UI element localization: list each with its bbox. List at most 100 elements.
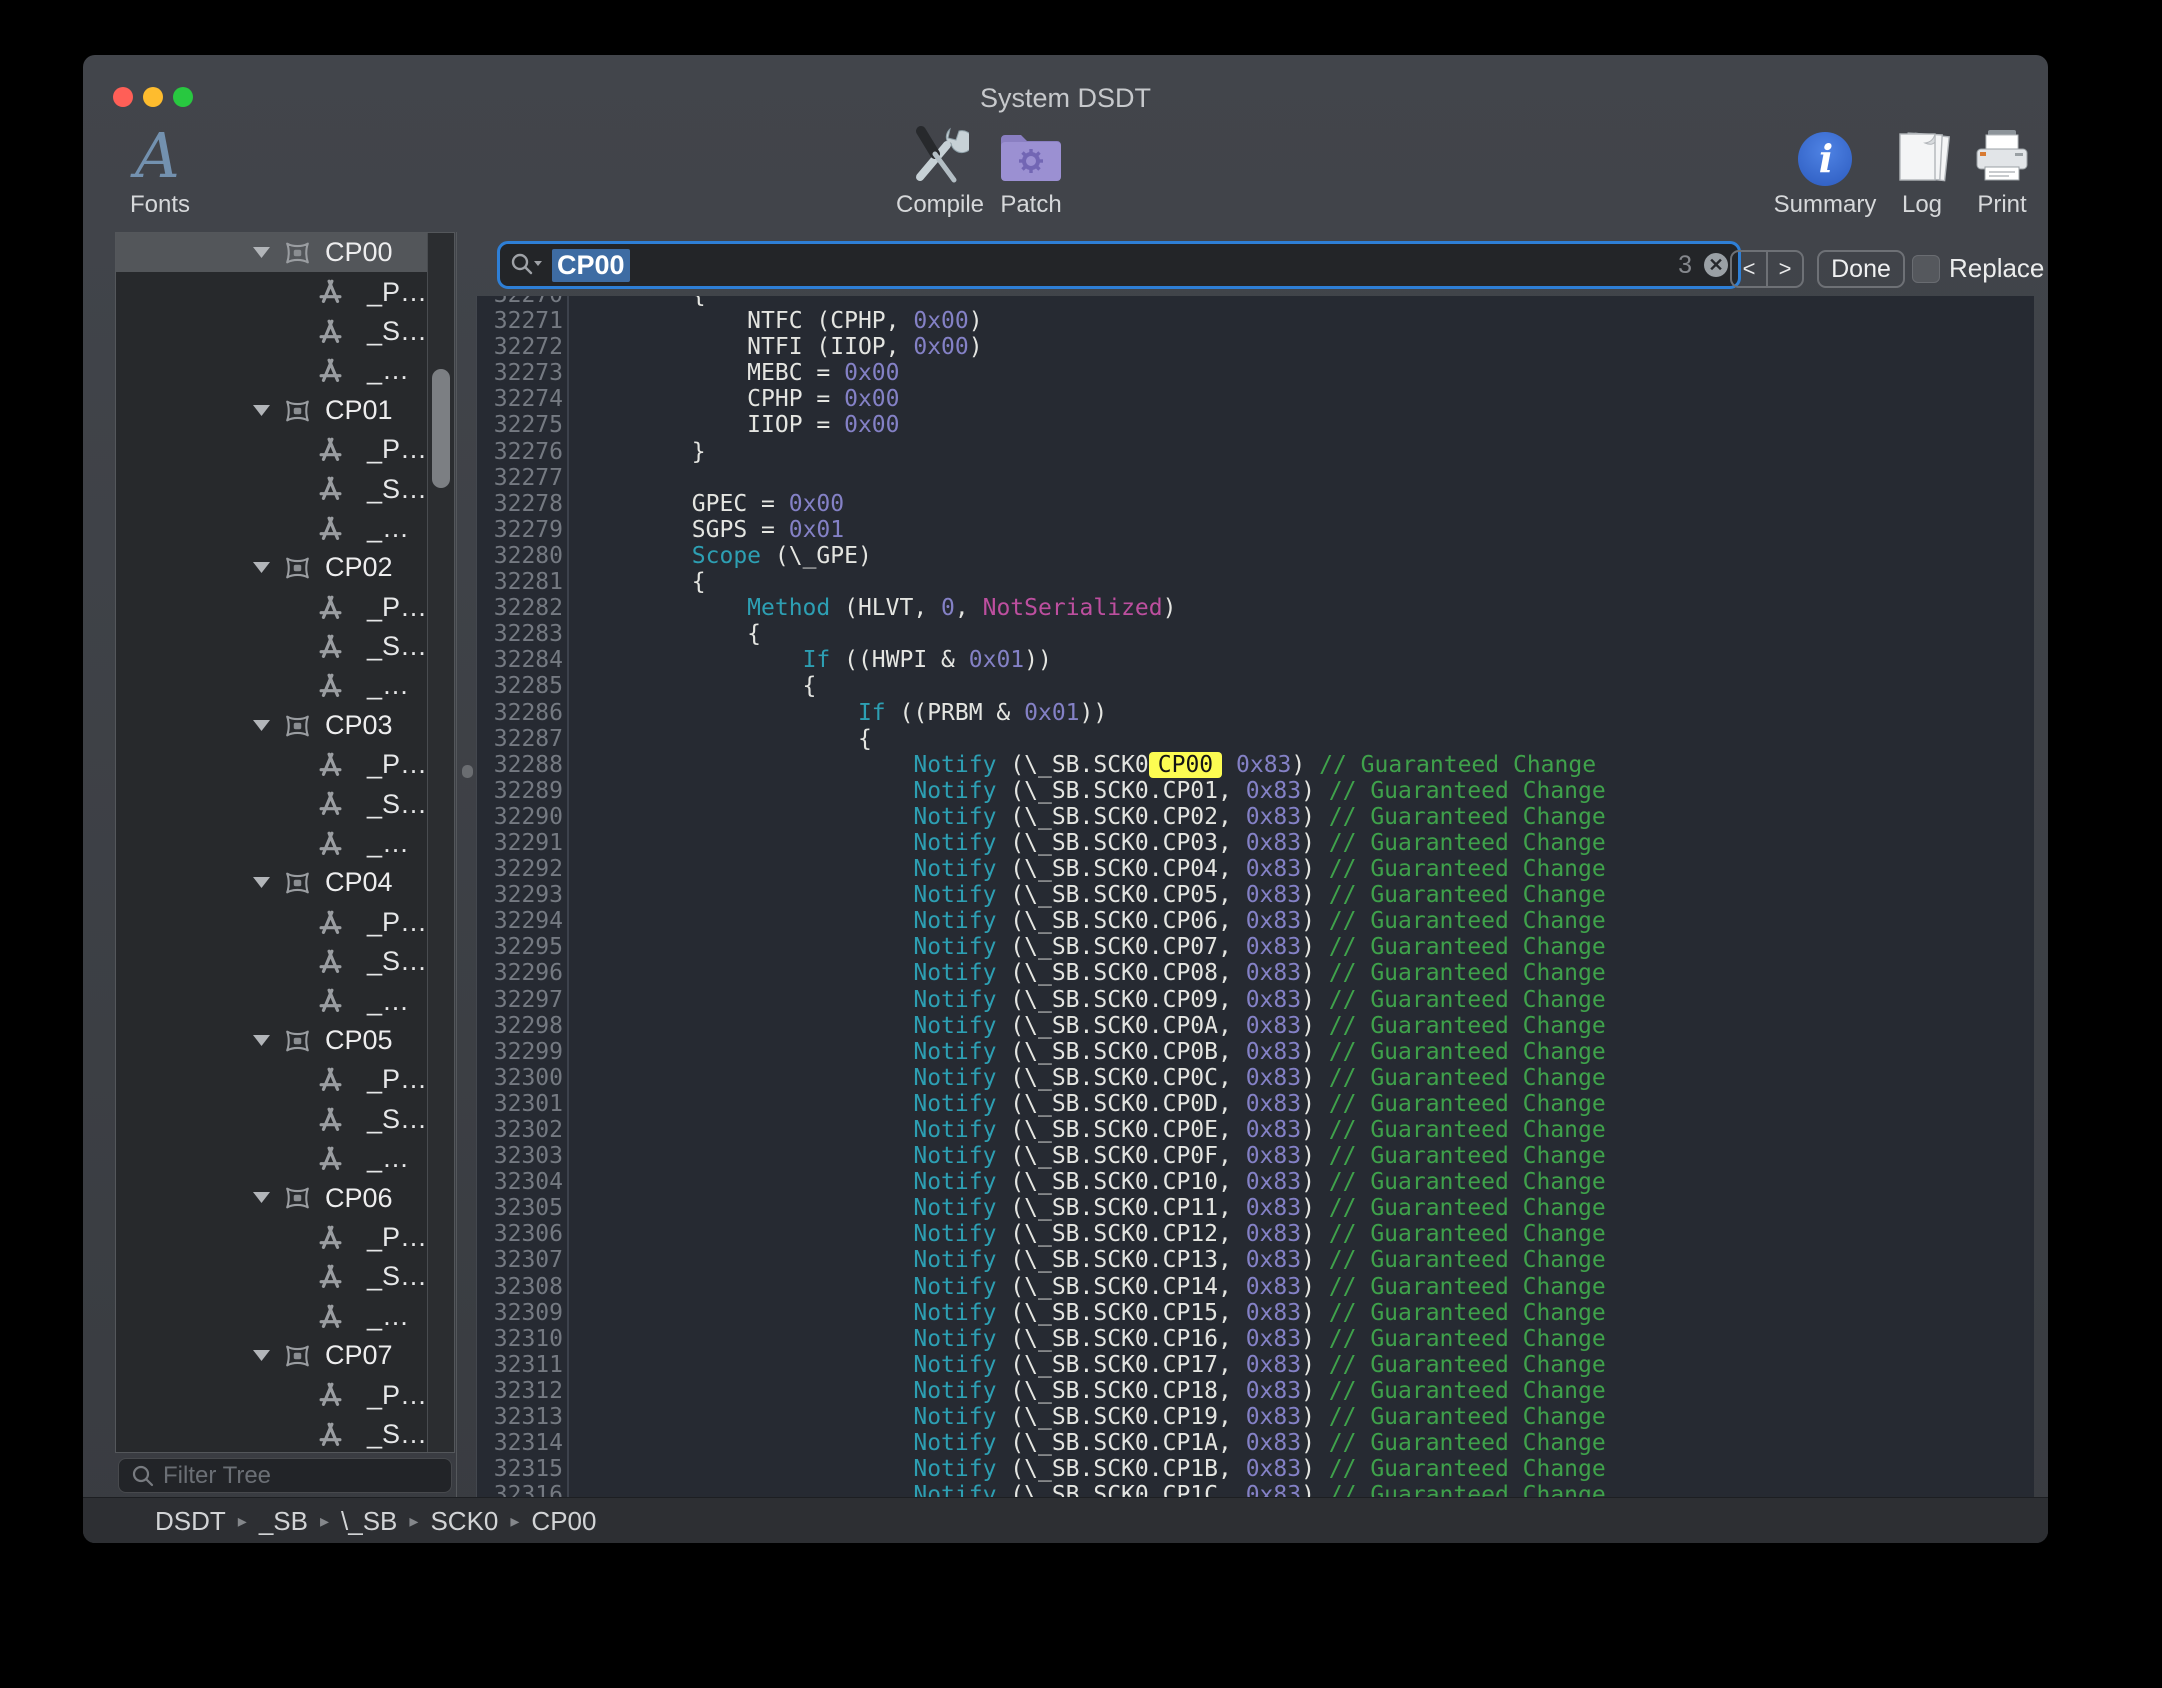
replace-checkbox[interactable] [1912,255,1940,283]
disclosure-triangle-icon[interactable] [252,1190,271,1205]
method-icon [315,632,346,662]
line-number: 32314 [477,1430,569,1456]
tree-item-cp07[interactable]: CP07 [116,1336,429,1375]
code-text: Notify (\_SB.SCK0.CP0A, 0x83) // Guarant… [581,1013,1606,1039]
breadcrumb-item-dsdt[interactable]: DSDT [155,1506,226,1537]
code-line: 32298 Notify (\_SB.SCK0.CP0A, 0x83) // G… [477,1013,2034,1039]
compile-button[interactable] [907,123,969,187]
filter-tree-input[interactable]: Filter Tree [118,1458,452,1493]
tree-scrollbar-thumb[interactable] [432,369,450,488]
disclosure-triangle-icon[interactable] [252,718,271,733]
breadcrumb-item-sb[interactable]: _SB [259,1506,308,1537]
disclosure-triangle-icon[interactable] [252,245,271,260]
disclosure-triangle-icon[interactable] [252,560,271,575]
code-text: NTFI (IIOP, 0x00) [581,334,983,360]
tree-child-item[interactable]: _… [116,1139,429,1178]
tree-item-cp06[interactable]: CP06 [116,1178,429,1217]
tree-child-label: _S… [367,1261,427,1292]
disclosure-triangle-icon[interactable] [252,875,271,890]
fonts-button[interactable]: A [135,125,180,187]
summary-button[interactable]: i [1797,131,1853,187]
device-icon [282,238,313,268]
find-previous-button[interactable]: < [1732,252,1768,286]
method-icon [315,317,346,347]
tree-child-item[interactable]: _S… [116,1415,429,1453]
tree-child-item[interactable]: _P… [116,1375,429,1414]
code-line: 32307 Notify (\_SB.SCK0.CP13, 0x83) // G… [477,1247,2034,1273]
tree-child-item[interactable]: _S… [116,312,429,351]
disclosure-triangle-icon[interactable] [252,1348,271,1363]
code-line: 32283 { [477,621,2034,647]
tree-child-label: _S… [367,631,427,662]
code-line: 32291 Notify (\_SB.SCK0.CP03, 0x83) // G… [477,830,2034,856]
code-line: 32301 Notify (\_SB.SCK0.CP0D, 0x83) // G… [477,1091,2034,1117]
breadcrumb-item-cp00[interactable]: CP00 [531,1506,596,1537]
code-line: 32278 GPEC = 0x00 [477,491,2034,517]
tree-child-item[interactable]: _P… [116,588,429,627]
done-button[interactable]: Done [1817,250,1905,288]
code-text: Notify (\_SB.SCK0.CP0F, 0x83) // Guarant… [581,1143,1606,1169]
code-line: 32274 CPHP = 0x00 [477,386,2034,412]
code-text: SGPS = 0x01 [581,517,844,543]
splitter-handle[interactable] [462,765,473,778]
tree-child-item[interactable]: _… [116,824,429,863]
tree-child-item[interactable]: _S… [116,784,429,823]
patch-label: Patch [1000,191,1061,219]
code-line: 32302 Notify (\_SB.SCK0.CP0E, 0x83) // G… [477,1117,2034,1143]
code-line: 32288 Notify (\_SB.SCK0CP00 0x83) // Gua… [477,752,2034,778]
tree-child-item[interactable]: _P… [116,745,429,784]
tree-child-item[interactable]: _S… [116,627,429,666]
line-number: 32284 [477,647,569,673]
tree-child-label: _S… [367,946,427,977]
tree-child-item[interactable]: _P… [116,272,429,311]
patch-button[interactable] [999,129,1063,183]
disclosure-triangle-icon[interactable] [252,1033,271,1048]
find-next-button[interactable]: > [1768,252,1802,286]
tree-child-item[interactable]: _S… [116,1100,429,1139]
tree-child-item[interactable]: _… [116,509,429,548]
tree-item-label: CP03 [325,710,393,741]
find-search-field[interactable]: CP00 3 ✕ [497,241,1741,289]
tree-child-item[interactable]: _… [116,351,429,390]
breadcrumb-item-sck0[interactable]: SCK0 [430,1506,498,1537]
line-number: 32278 [477,491,569,517]
code-line: 32296 Notify (\_SB.SCK0.CP08, 0x83) // G… [477,960,2034,986]
code-text: { [581,296,706,308]
tree-child-item[interactable]: _P… [116,430,429,469]
tree-item-cp02[interactable]: CP02 [116,548,429,587]
tree-scrollbar-track[interactable] [427,233,454,1452]
tree-child-item[interactable]: _S… [116,942,429,981]
pane-splitter[interactable] [456,232,457,1497]
code-text: Notify (\_SB.SCK0.CP0B, 0x83) // Guarant… [581,1039,1606,1065]
line-number: 32272 [477,334,569,360]
line-number: 32316 [477,1482,569,1497]
log-button[interactable] [1895,127,1953,187]
tree-item-cp03[interactable]: CP03 [116,706,429,745]
tree-child-item[interactable]: _P… [116,1218,429,1257]
disclosure-triangle-icon[interactable] [252,403,271,418]
method-icon [315,1420,346,1450]
breadcrumb-item-sb[interactable]: \_SB [341,1506,397,1537]
tree-child-item[interactable]: _P… [116,903,429,942]
clear-search-icon[interactable]: ✕ [1704,253,1728,277]
tree-child-item[interactable]: _S… [116,469,429,508]
method-icon [315,986,346,1016]
tree-item-cp00[interactable]: CP00 [116,233,429,272]
tree-child-label: _P… [367,1222,427,1253]
tree-child-item[interactable]: _S… [116,1257,429,1296]
code-line: 32282 Method (HLVT, 0, NotSerialized) [477,595,2034,621]
print-button[interactable] [1973,129,2031,185]
tree-child-label: _… [367,828,409,859]
code-text: If ((PRBM & 0x01)) [581,700,1107,726]
tree-child-item[interactable]: _… [116,981,429,1020]
tree-child-label: _… [367,670,409,701]
tree-child-item[interactable]: _… [116,1297,429,1336]
code-line: 32277 [477,465,2034,491]
tree-child-item[interactable]: _P… [116,1060,429,1099]
tree-item-cp01[interactable]: CP01 [116,391,429,430]
tree-child-item[interactable]: _… [116,666,429,705]
method-icon [315,947,346,977]
code-editor[interactable]: 32270 {32271 NTFC (CPHP, 0x00)32272 NTFI… [476,296,2034,1497]
tree-item-cp04[interactable]: CP04 [116,863,429,902]
tree-item-cp05[interactable]: CP05 [116,1021,429,1060]
